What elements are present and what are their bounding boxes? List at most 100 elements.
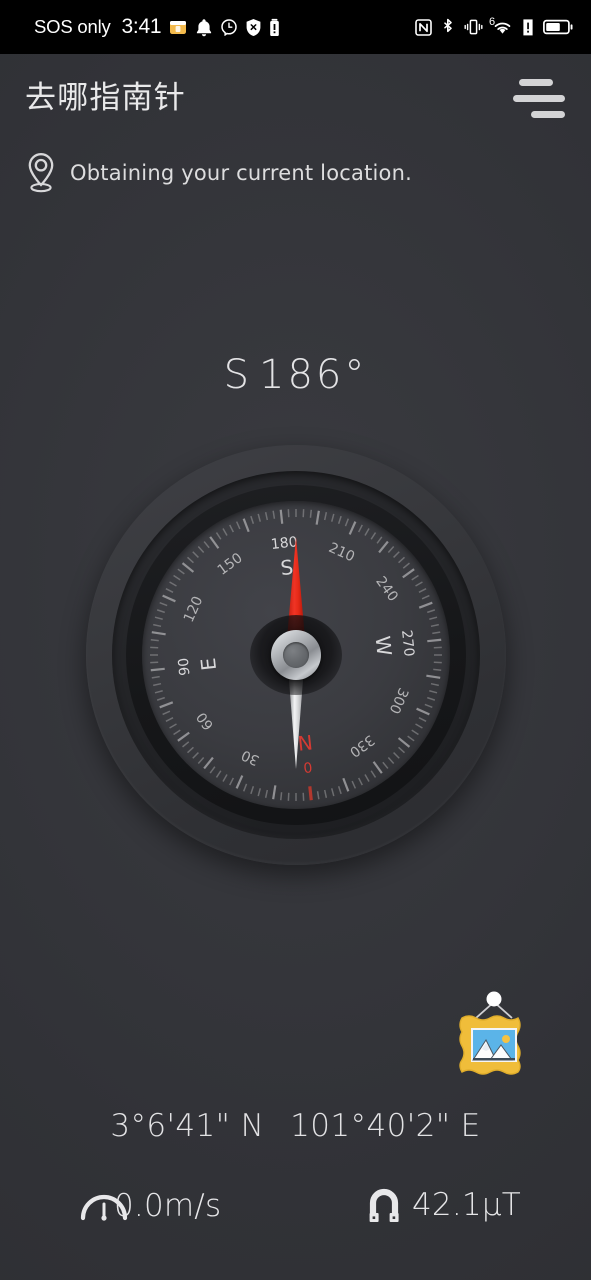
dial-degree-label: 60: [193, 709, 216, 733]
dial-tick: [433, 654, 442, 656]
dial-degree-label: 180: [270, 534, 298, 553]
dial-tick: [428, 616, 437, 621]
heading-degrees: 186°: [259, 352, 368, 398]
menu-bar-2: [513, 94, 565, 102]
dial-tick: [415, 707, 430, 716]
location-pin-icon: [28, 153, 54, 193]
dial-tick: [402, 562, 410, 569]
dial-degree-label: 330: [346, 731, 377, 760]
dial-tick: [181, 741, 189, 748]
signal-alert-icon: [523, 18, 533, 35]
page-title: 去哪指南针: [25, 80, 186, 116]
dial-tick: [168, 581, 177, 587]
dial-tick: [426, 696, 435, 701]
dial-degree-label: 210: [326, 540, 357, 565]
dial-tick: [432, 668, 441, 672]
dial-tick: [152, 623, 161, 628]
dial-degree-label: 240: [372, 574, 401, 605]
dial-degree-label: 0: [302, 758, 313, 775]
sensor-row: 0.0m/s 42.1μT: [0, 1186, 591, 1236]
dial-tick: [316, 791, 320, 800]
dial-tick: [309, 509, 312, 518]
dial-tick: [287, 509, 290, 518]
dial-tick: [397, 737, 410, 748]
dial-tick: [330, 513, 335, 522]
dial-tick: [209, 766, 215, 774]
dial-tick: [387, 545, 394, 553]
magnetic-field-value: 42.1μT: [412, 1187, 521, 1223]
dial-tick: [152, 682, 161, 687]
dial-degree-label: 90: [175, 657, 193, 676]
dial-tick: [151, 631, 166, 636]
battery-icon: [543, 19, 573, 35]
dial-tick: [372, 761, 383, 774]
dial-tick: [344, 518, 349, 527]
magnet-icon: [369, 1188, 399, 1222]
carrier-label: SOS only: [34, 16, 111, 37]
dial-tick: [228, 777, 234, 786]
heading-direction: S: [223, 352, 260, 398]
dial-tick: [430, 623, 439, 628]
coordinates-readout: 3°6'41" N 101°40'2" E: [0, 1108, 591, 1144]
dial-tick: [156, 609, 165, 614]
dial-tick: [202, 756, 214, 770]
dial-tick: [249, 786, 254, 795]
dial-tick: [221, 774, 228, 782]
longitude-value: 101°40'2" E: [290, 1108, 481, 1144]
dial-tick: [151, 675, 160, 679]
dial-cardinal-label: N: [296, 730, 313, 755]
dial-tick: [370, 532, 376, 540]
dial-tick: [433, 661, 442, 664]
dial-tick: [150, 638, 159, 642]
dial-tick: [271, 785, 276, 800]
status-bar-left: SOS only 3:41: [34, 15, 280, 39]
dial-tick: [203, 541, 210, 549]
dial-tick: [264, 512, 268, 521]
compass-dial: 0 30 60 90 120 150 180 210 240 270 300 330 N E S W: [141, 501, 450, 809]
compass-dial-svg: 0 30 60 90 120 150 180 210 240 270 300 330 N E S W: [149, 509, 442, 802]
dial-degree-label: 270: [398, 629, 417, 657]
dial-tick: [149, 646, 158, 649]
dial-tick: [154, 616, 163, 621]
dial-tick: [161, 594, 176, 603]
nfc-icon: [415, 18, 432, 36]
picture-frame-icon[interactable]: [446, 988, 542, 1090]
dial-tick: [421, 594, 430, 600]
dial-tick: [228, 524, 234, 533]
dial-tick: [165, 716, 173, 722]
location-status-row: Obtaining your current location.: [22, 150, 412, 196]
menu-bar-3: [531, 110, 565, 118]
dial-tick: [315, 510, 320, 525]
app-bar: 去哪指南针: [0, 54, 591, 140]
dial-tick: [168, 723, 177, 729]
dial-tick: [406, 735, 415, 742]
dial-tick: [149, 661, 158, 664]
dial-cardinal-label: E: [195, 657, 220, 672]
heading-readout: S186°: [0, 352, 591, 398]
dial-tick: [301, 509, 304, 518]
dial-tick: [428, 689, 437, 694]
dial-tick: [149, 654, 158, 656]
dial-tick: [197, 757, 204, 765]
dial-tick: [158, 601, 167, 607]
dial-tick: [426, 609, 435, 614]
dial-tick: [158, 701, 173, 709]
wifi-6-icon: [494, 22, 511, 34]
dial-tick: [397, 746, 405, 754]
dial-tick: [401, 568, 415, 579]
bluetooth-icon: [444, 18, 452, 32]
compass-widget[interactable]: 0 30 60 90 120 150 180 210 240 270 300 330 N E S W: [85, 445, 506, 865]
dial-tick: [279, 509, 283, 524]
location-status-text: Obtaining your current location.: [70, 161, 412, 185]
dial-tick: [172, 729, 181, 736]
dial-tick: [208, 536, 219, 549]
bell-icon: [197, 18, 212, 36]
dial-tick: [414, 723, 423, 729]
shield-x-icon: [246, 18, 261, 36]
status-bar-right: 6: [415, 16, 573, 37]
dial-degree-label: 120: [180, 594, 205, 625]
dial-tick: [235, 775, 243, 789]
dial-tick: [176, 731, 190, 742]
hamburger-menu-icon[interactable]: [513, 76, 569, 120]
dial-tick: [271, 510, 275, 519]
